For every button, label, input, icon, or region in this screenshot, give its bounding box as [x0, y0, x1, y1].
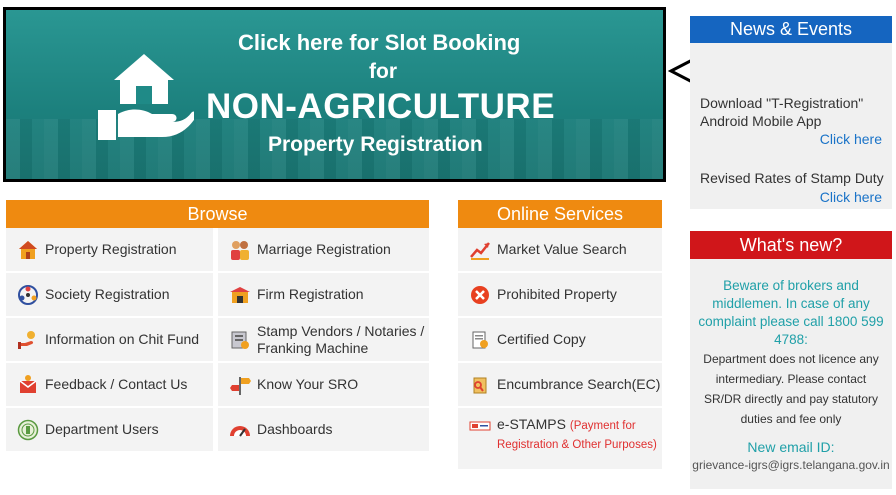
browse-item-label: Information on Chit Fund: [45, 331, 200, 347]
service-item-market-value-search[interactable]: Market Value Search: [458, 228, 662, 271]
signpost-icon: [228, 373, 252, 397]
broker-warning-text: Beware of brokers and middlemen. In case…: [698, 278, 884, 347]
service-item-label-group: e-STAMPS (Payment for Registration & Oth…: [497, 416, 662, 454]
service-item-encumbrance-search[interactable]: Encumbrance Search(EC): [458, 363, 662, 406]
browse-item-society-registration[interactable]: Society Registration: [6, 273, 213, 316]
news-link-app-download[interactable]: Click here: [820, 131, 882, 147]
browse-heading: Browse: [6, 200, 429, 228]
browse-item-label: Know Your SRO: [257, 376, 359, 392]
browse-item-label: Property Registration: [45, 241, 177, 257]
slot-booking-banner[interactable]: Click here for Slot Booking for NON-AGRI…: [3, 7, 666, 182]
browse-item-marriage-registration[interactable]: Marriage Registration: [218, 228, 429, 271]
browse-item-label: Department Users: [45, 421, 159, 437]
grievance-email[interactable]: grievance-igrs@igrs.telangana.gov.in: [690, 458, 892, 472]
online-services-heading: Online Services: [458, 200, 662, 228]
browse-item-label: Marriage Registration: [257, 241, 391, 257]
banner-line-non-agriculture: NON-AGRICULTURE: [206, 87, 556, 126]
service-item-label: Market Value Search: [497, 241, 627, 257]
chart-icon: [468, 238, 492, 262]
browse-item-know-your-sro[interactable]: Know Your SRO: [218, 363, 429, 406]
service-item-label: Prohibited Property: [497, 286, 617, 302]
firm-icon: [228, 283, 252, 307]
news-events-panel: Download "T-Registration" Android Mobile…: [690, 43, 892, 209]
house-icon: [16, 238, 40, 262]
encumbrance-icon: [468, 373, 492, 397]
whats-new-panel: Beware of brokers and middlemen. In case…: [690, 259, 892, 489]
feedback-icon: [16, 373, 40, 397]
prohibited-icon: [468, 283, 492, 307]
browse-item-label: Dashboards: [257, 421, 333, 437]
service-item-label: Encumbrance Search(EC): [497, 376, 661, 392]
browse-item-department-users[interactable]: Department Users: [6, 408, 213, 451]
estamps-icon: [468, 414, 492, 438]
browse-item-label: Stamp Vendors / Notaries / Franking Mach…: [257, 322, 425, 356]
certificate-icon: [468, 328, 492, 352]
browse-item-stamp-vendors[interactable]: Stamp Vendors / Notaries / Franking Mach…: [218, 318, 429, 361]
browse-item-chit-fund[interactable]: Information on Chit Fund: [6, 318, 213, 361]
browse-item-feedback[interactable]: Feedback / Contact Us: [6, 363, 213, 406]
hand-house-icon: [98, 54, 194, 140]
banner-line-slot-booking: Click here for Slot Booking: [238, 30, 521, 55]
whats-new-heading: What's new?: [690, 231, 892, 259]
chit-fund-icon: [16, 328, 40, 352]
service-item-certified-copy[interactable]: Certified Copy: [458, 318, 662, 361]
browse-item-label: Feedback / Contact Us: [45, 376, 188, 392]
department-seal-icon: [16, 418, 40, 442]
browse-item-label: Firm Registration: [257, 286, 364, 302]
browse-item-label: Society Registration: [45, 286, 170, 302]
couple-icon: [228, 238, 252, 262]
service-item-label: Certified Copy: [497, 331, 586, 347]
service-item-e-stamps[interactable]: e-STAMPS (Payment for Registration & Oth…: [458, 408, 662, 469]
email-heading: New email ID:: [747, 439, 835, 455]
news-events-heading: News & Events: [690, 16, 892, 43]
gauge-icon: [228, 418, 252, 442]
news-item-app-download: Download "T-Registration" Android Mobile…: [700, 95, 864, 129]
browse-item-dashboards[interactable]: Dashboards: [218, 408, 429, 451]
society-icon: [16, 283, 40, 307]
browse-item-firm-registration[interactable]: Firm Registration: [218, 273, 429, 316]
licence-notice-text: Department does not licence any intermed…: [703, 352, 879, 426]
banner-line-for: for: [369, 60, 397, 83]
news-item-stamp-duty-rates: Revised Rates of Stamp Duty: [700, 170, 884, 186]
stamp-icon: [228, 328, 252, 352]
browse-item-property-registration[interactable]: Property Registration: [6, 228, 213, 271]
banner-line-property-registration: Property Registration: [268, 133, 483, 156]
news-link-stamp-duty-rates[interactable]: Click here: [820, 189, 882, 205]
e-stamps-label: e-STAMPS: [497, 416, 566, 432]
service-item-prohibited-property[interactable]: Prohibited Property: [458, 273, 662, 316]
